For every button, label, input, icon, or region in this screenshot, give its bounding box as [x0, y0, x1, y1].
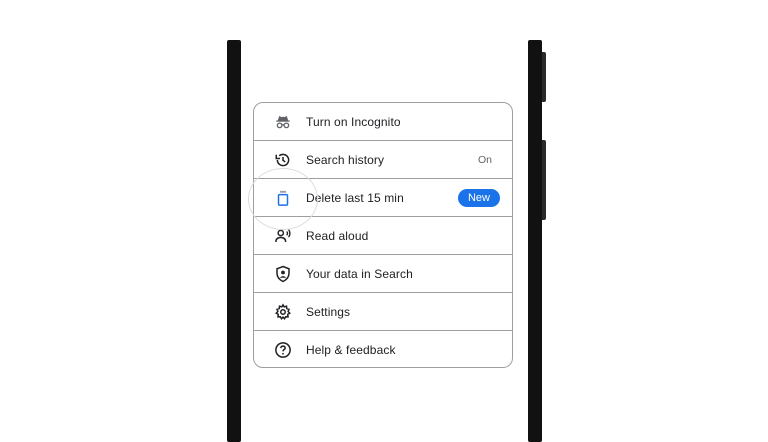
menu-item-label: Turn on Incognito [306, 114, 401, 129]
shield-account-icon [274, 265, 292, 283]
menu-item-incognito[interactable]: Turn on Incognito [254, 103, 512, 141]
menu-item-label: Read aloud [306, 228, 369, 243]
menu-item-read-aloud[interactable]: Read aloud [254, 217, 512, 255]
help-icon [274, 341, 292, 359]
menu-item-label: Delete last 15 min [306, 190, 404, 205]
history-icon [274, 151, 292, 169]
menu-item-label: Your data in Search [306, 266, 413, 281]
menu-item-settings[interactable]: Settings [254, 293, 512, 331]
gear-icon [274, 302, 292, 321]
new-badge: New [457, 188, 500, 207]
delete-icon [274, 189, 292, 207]
read-aloud-icon [274, 227, 292, 245]
menu-item-label: Search history [306, 152, 385, 167]
menu-item-your-data-in-search[interactable]: Your data in Search [254, 255, 512, 293]
phone-volume-button [542, 140, 546, 220]
phone-bezel-left [227, 40, 241, 442]
account-menu: Turn on Incognito Search history On Dele… [253, 102, 513, 368]
menu-item-search-history[interactable]: Search history On [254, 141, 512, 179]
incognito-icon [274, 113, 292, 131]
menu-item-help-feedback[interactable]: Help & feedback [254, 331, 512, 367]
phone-bezel-right [528, 40, 542, 442]
screen: Turn on Incognito Search history On Dele… [0, 0, 768, 442]
phone-side-button [542, 52, 546, 102]
menu-item-delete-last-15-min[interactable]: Delete last 15 min New [254, 179, 512, 217]
menu-item-label: Help & feedback [306, 343, 396, 357]
menu-item-label: Settings [306, 304, 351, 319]
status-text: On [477, 153, 492, 166]
